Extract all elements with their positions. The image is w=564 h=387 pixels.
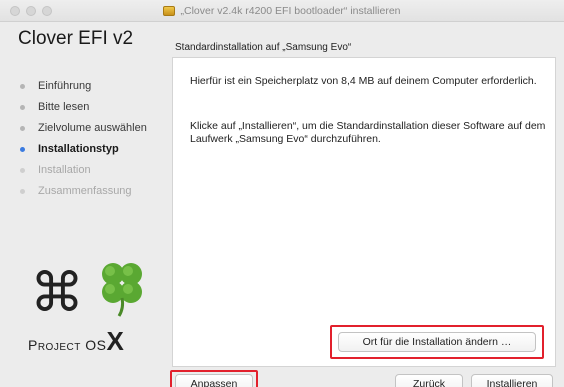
package-icon	[163, 6, 176, 16]
installation-steps: Einführung Bitte lesen Zielvolume auswäh…	[18, 80, 164, 206]
step-label: Bitte lesen	[38, 101, 90, 113]
step-installation: Installation	[18, 164, 164, 177]
customize-button[interactable]: Anpassen	[175, 374, 253, 387]
window-title-group: „Clover v2.4k r4200 EFI bootloader“ inst…	[0, 0, 564, 22]
title-bar: „Clover v2.4k r4200 EFI bootloader“ inst…	[0, 0, 564, 22]
step-label: Zielvolume auswählen	[38, 122, 147, 134]
section-title: Standardinstallation auf „Samsung Evo“	[175, 42, 352, 53]
step-label: Installationstyp	[38, 143, 119, 155]
install-instructions-text: Klicke auf „Installieren“, um die Standa…	[190, 120, 546, 145]
app-title: Clover EFI v2	[18, 28, 134, 49]
project-os-x: X	[106, 326, 124, 356]
step-dot-icon	[20, 84, 25, 89]
project-osx-logo: ⌘ Project OSX	[22, 246, 162, 356]
step-dot-icon	[20, 147, 25, 152]
install-button[interactable]: Installieren	[471, 374, 553, 387]
four-leaf-clover-icon	[102, 263, 142, 317]
step-dot-icon	[20, 168, 25, 173]
back-button[interactable]: Zurück	[395, 374, 463, 387]
step-destination: Zielvolume auswählen	[18, 122, 164, 135]
step-label: Zusammenfassung	[38, 185, 132, 197]
step-dot-icon	[20, 189, 25, 194]
project-os-text: Project OS	[28, 337, 107, 353]
step-summary: Zusammenfassung	[18, 185, 164, 198]
command-key-icon: ⌘	[30, 261, 84, 324]
content-panel: Hierfür ist ein Speicherplatz von 8,4 MB…	[172, 57, 556, 367]
change-install-location-button[interactable]: Ort für die Installation ändern …	[338, 332, 536, 352]
step-label: Installation	[38, 164, 91, 176]
step-introduction: Einführung	[18, 80, 164, 93]
step-read-me: Bitte lesen	[18, 101, 164, 114]
window-title: „Clover v2.4k r4200 EFI bootloader“ inst…	[180, 5, 401, 17]
disk-space-text: Hierfür ist ein Speicherplatz von 8,4 MB…	[190, 75, 537, 87]
step-label: Einführung	[38, 80, 92, 92]
step-dot-icon	[20, 126, 25, 131]
step-dot-icon	[20, 105, 25, 110]
project-osx-wordmark: Project OSX	[28, 326, 124, 357]
installer-window: „Clover v2.4k r4200 EFI bootloader“ inst…	[0, 0, 564, 387]
step-installation-type: Installationstyp	[18, 143, 164, 156]
